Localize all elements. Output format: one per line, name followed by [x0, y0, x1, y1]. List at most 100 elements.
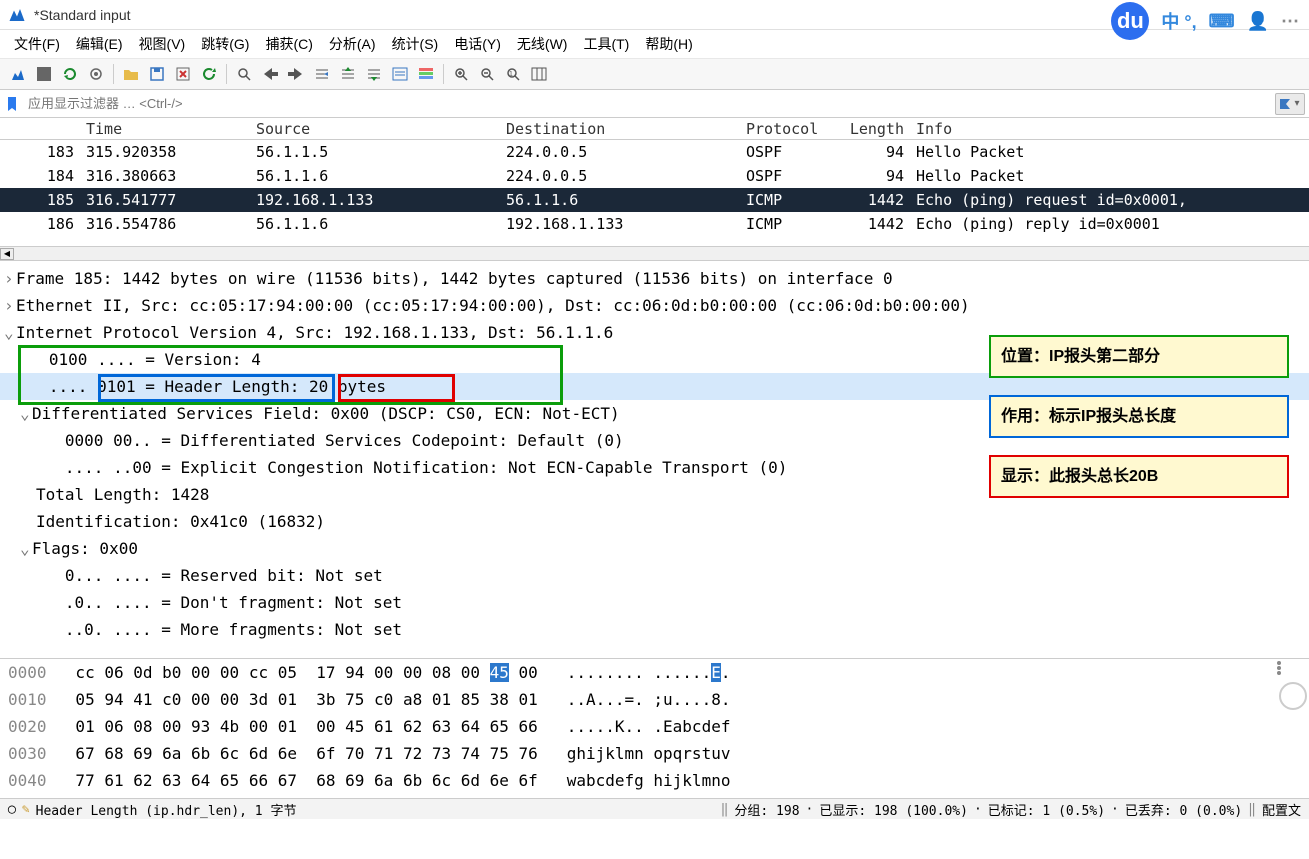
status-dropped: 已丢弃: 0 (0.0%): [1125, 800, 1242, 819]
go-forward-button[interactable]: [284, 62, 308, 86]
collapse-toggle[interactable]: ⌄: [20, 535, 32, 562]
ip-summary[interactable]: Internet Protocol Version 4, Src: 192.16…: [16, 323, 613, 342]
save-file-button[interactable]: [145, 62, 169, 86]
stop-capture-button[interactable]: [32, 62, 56, 86]
menu-wireless[interactable]: 无线(W): [511, 31, 574, 57]
hex-line[interactable]: 0010 05 94 41 c0 00 00 3d 01 3b 75 c0 a8…: [0, 686, 1309, 713]
col-protocol[interactable]: Protocol: [740, 120, 840, 138]
ip-dsf[interactable]: Differentiated Services Field: 0x00 (DSC…: [32, 404, 620, 423]
status-profile[interactable]: 配置文: [1262, 800, 1301, 819]
scroll-left-button[interactable]: ◀: [0, 248, 14, 260]
ip-identification[interactable]: Identification: 0x41c0 (16832): [36, 512, 325, 531]
expand-toggle[interactable]: ›: [4, 292, 16, 319]
status-displayed: 已显示: 198 (100.0%): [819, 800, 968, 819]
resize-columns-button[interactable]: [527, 62, 551, 86]
status-packets: 分组: 198: [734, 800, 799, 819]
hex-line[interactable]: 0000 cc 06 0d b0 00 00 cc 05 17 94 00 00…: [0, 659, 1309, 686]
restart-capture-button[interactable]: [58, 62, 82, 86]
col-length[interactable]: Length: [840, 120, 910, 138]
collapse-toggle[interactable]: ⌄: [20, 400, 32, 427]
hex-line[interactable]: 0020 01 06 08 00 93 4b 00 01 00 45 61 62…: [0, 713, 1309, 740]
keyboard-icon[interactable]: ⌨: [1209, 11, 1235, 32]
reload-button[interactable]: [197, 62, 221, 86]
menu-analyze[interactable]: 分析(A): [323, 31, 382, 57]
ip-reserved-bit[interactable]: 0... .... = Reserved bit: Not set: [36, 566, 383, 585]
display-filter-input[interactable]: [24, 94, 1275, 113]
auto-scroll-button[interactable]: [388, 62, 412, 86]
go-back-button[interactable]: [258, 62, 282, 86]
open-file-button[interactable]: [119, 62, 143, 86]
find-button[interactable]: [232, 62, 256, 86]
status-marked: 已标记: 1 (0.5%): [988, 800, 1105, 819]
bookmark-icon[interactable]: [4, 96, 20, 112]
packet-details-pane[interactable]: ›Frame 185: 1442 bytes on wire (11536 bi…: [0, 260, 1309, 658]
go-to-packet-button[interactable]: [310, 62, 334, 86]
packet-row[interactable]: 186316.55478656.1.1.6192.168.1.133ICMP14…: [0, 212, 1309, 236]
col-info[interactable]: Info: [910, 120, 1309, 138]
user-icon[interactable]: 👤: [1247, 11, 1269, 32]
window-title: *Standard input: [34, 7, 131, 23]
wireshark-icon: [8, 6, 26, 24]
go-last-button[interactable]: [362, 62, 386, 86]
annotation-label-position: 位置：IP报头第二部分: [989, 335, 1289, 378]
packet-list-pane[interactable]: Time Source Destination Protocol Length …: [0, 118, 1309, 246]
ip-dont-fragment[interactable]: .0.. .... = Don't fragment: Not set: [36, 593, 402, 612]
ip-hdr-len-prefix: ....: [20, 377, 97, 396]
frame-summary[interactable]: Frame 185: 1442 bytes on wire (11536 bit…: [16, 269, 893, 288]
zoom-in-button[interactable]: [449, 62, 473, 86]
ip-ecn[interactable]: .... ..00 = Explicit Congestion Notifica…: [36, 458, 787, 477]
go-first-button[interactable]: [336, 62, 360, 86]
toolbar-separator: [113, 64, 114, 84]
zoom-reset-button[interactable]: 1: [501, 62, 525, 86]
zoom-out-button[interactable]: [475, 62, 499, 86]
ethernet-summary[interactable]: Ethernet II, Src: cc:05:17:94:00:00 (cc:…: [16, 296, 970, 315]
start-capture-button[interactable]: [6, 62, 30, 86]
display-filter-bar: ▾: [0, 90, 1309, 118]
menu-edit[interactable]: 编辑(E): [70, 31, 129, 57]
toolbar-separator: [226, 64, 227, 84]
menu-telephony[interactable]: 电话(Y): [448, 31, 507, 57]
ip-hdr-len-field[interactable]: 0101 = Header Length:: [97, 377, 299, 396]
horizontal-scrollbar[interactable]: ◀: [0, 246, 1309, 260]
menu-statistics[interactable]: 统计(S): [386, 31, 445, 57]
ip-total-length[interactable]: Total Length: 1428: [36, 485, 209, 504]
ip-dscp[interactable]: 0000 00.. = Differentiated Services Code…: [36, 431, 624, 450]
edit-icon[interactable]: ✎: [22, 802, 30, 817]
status-bar: ◯ ✎ Header Length (ip.hdr_len), 1 字节 ‖ 分…: [0, 798, 1309, 819]
menu-view[interactable]: 视图(V): [133, 31, 192, 57]
menu-capture[interactable]: 捕获(C): [259, 31, 318, 57]
ip-hdr-len-value: 20 bytes: [299, 377, 386, 396]
packet-row[interactable]: 185316.541777192.168.1.13356.1.1.6ICMP14…: [0, 188, 1309, 212]
colorize-button[interactable]: [414, 62, 438, 86]
menu-file[interactable]: 文件(F): [8, 31, 66, 57]
collapse-toggle[interactable]: ⌄: [4, 319, 16, 346]
col-source[interactable]: Source: [250, 120, 500, 138]
expand-toggle[interactable]: ›: [4, 265, 16, 292]
side-circle-icon: [1279, 682, 1307, 710]
status-field: Header Length (ip.hdr_len), 1 字节: [36, 800, 715, 819]
col-destination[interactable]: Destination: [500, 120, 740, 138]
packet-row[interactable]: 184316.38066356.1.1.6224.0.0.5OSPF94Hell…: [0, 164, 1309, 188]
ime-indicator[interactable]: 中 °,: [1161, 8, 1196, 34]
packet-row[interactable]: 183315.92035856.1.1.5224.0.0.5OSPF94Hell…: [0, 140, 1309, 164]
menu-help[interactable]: 帮助(H): [639, 31, 698, 57]
ip-more-fragments[interactable]: ..0. .... = More fragments: Not set: [36, 620, 402, 639]
hex-line[interactable]: 0040 77 61 62 63 64 65 66 67 68 69 6a 6b…: [0, 767, 1309, 794]
annotation-label-display: 显示：此报头总长20B: [989, 455, 1289, 498]
more-icon[interactable]: ⋯: [1281, 11, 1299, 32]
status-icon[interactable]: ◯: [8, 802, 16, 817]
close-file-button[interactable]: [171, 62, 195, 86]
baidu-ime-icon[interactable]: du: [1111, 2, 1149, 40]
toolbar: 1: [0, 58, 1309, 90]
col-time[interactable]: Time: [80, 120, 250, 138]
hex-line[interactable]: 0030 67 68 69 6a 6b 6c 6d 6e 6f 70 71 72…: [0, 740, 1309, 767]
ip-version[interactable]: 0100 .... = Version: 4: [20, 350, 261, 369]
ip-flags[interactable]: Flags: 0x00: [32, 539, 138, 558]
filter-expression-button[interactable]: ▾: [1275, 93, 1305, 115]
menu-tools[interactable]: 工具(T): [577, 31, 635, 57]
packet-bytes-pane[interactable]: 0000 cc 06 0d b0 00 00 cc 05 17 94 00 00…: [0, 658, 1309, 798]
packet-list-header: Time Source Destination Protocol Length …: [0, 118, 1309, 140]
capture-options-button[interactable]: [84, 62, 108, 86]
title-right-controls: du 中 °, ⌨ 👤 ⋯: [1111, 2, 1299, 40]
menu-go[interactable]: 跳转(G): [195, 31, 255, 57]
